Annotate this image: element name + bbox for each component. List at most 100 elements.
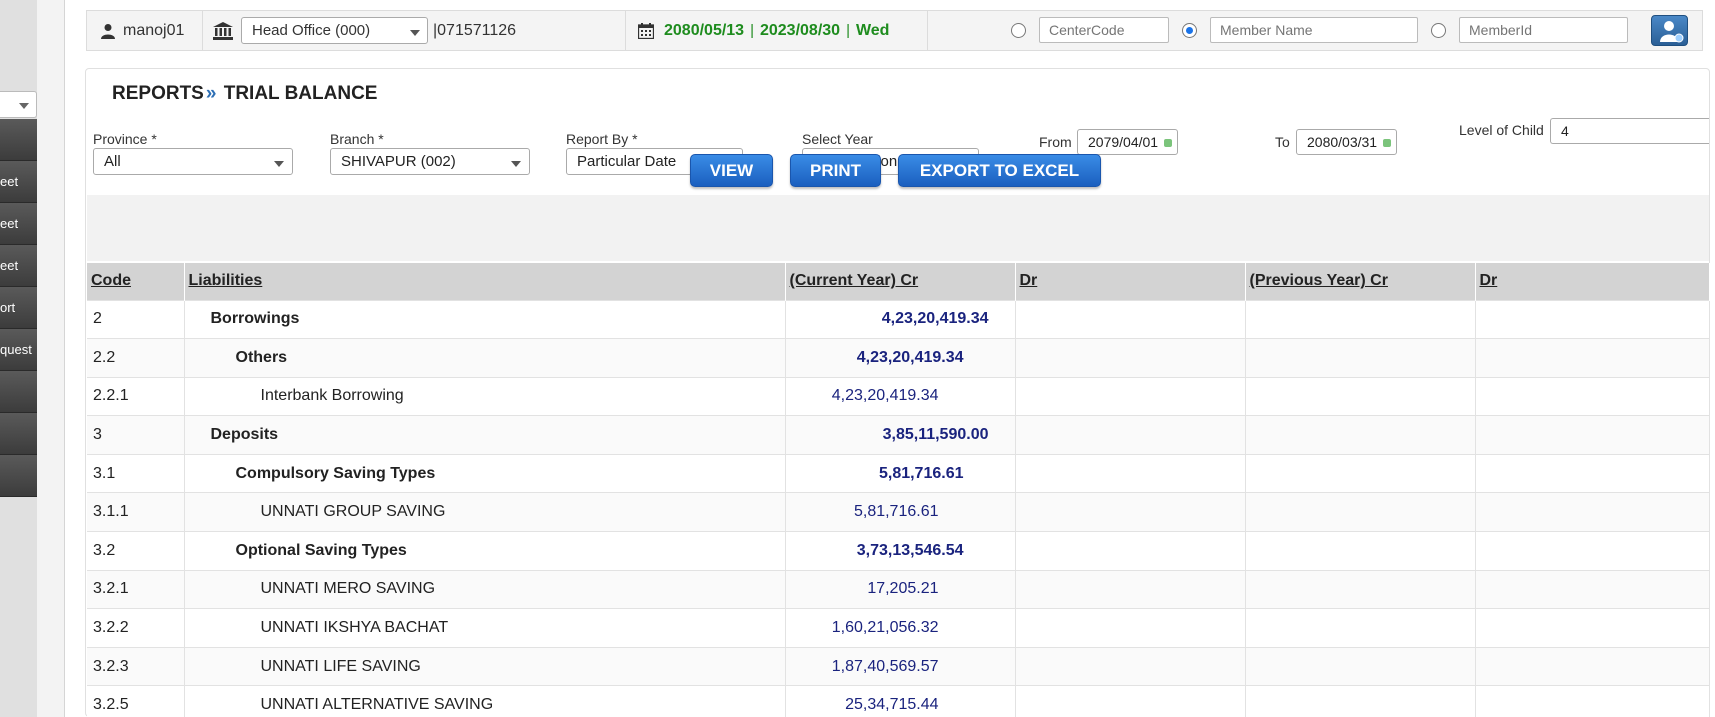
column-header-code[interactable]: Code [87,263,185,300]
previous-cr-cell [1245,569,1476,609]
print-button[interactable]: PRINT [790,154,881,187]
sidebar-item[interactable]: quest [0,329,37,371]
account-name-cell: UNNATI LIFE SAVING [184,646,786,686]
sidebar-item[interactable]: eet [0,245,37,287]
previous-cr-cell [1245,453,1476,493]
previous-dr-cell [1475,608,1710,648]
level-of-child-label: Level of Child [1459,122,1544,138]
current-dr-cell [1015,338,1246,378]
current-cr-cell: 25,34,715.44 [785,685,1016,717]
to-date-value: 2080/03/31 [1307,134,1378,150]
report-by-value: Particular Date [577,153,677,170]
previous-dr-cell [1475,453,1710,493]
current-cr-cell: 3,85,11,590.00 [785,415,1016,455]
profile-button[interactable] [1651,15,1688,46]
trial-balance-table: Code Liabilities (Current Year) Cr Dr (P… [87,263,1710,717]
branch-select[interactable]: Head Office (000) [241,17,428,44]
memberid-input[interactable] [1459,17,1628,43]
code-cell: 3.2.2 [87,608,185,648]
column-header-liabilities[interactable]: Liabilities [184,263,786,300]
code-cell: 2.2 [87,338,185,378]
table-row: 3.1 Compulsory Saving Types 5,81,716.61 [87,453,1710,493]
from-date-input[interactable]: 2079/04/01 [1077,129,1178,155]
user-info: manoj01 [87,11,203,50]
sidebar-item[interactable] [0,119,37,161]
table-row: 3.2.3 UNNATI LIFE SAVING 1,87,40,569.57 [87,646,1710,686]
province-label: Province * [93,131,157,147]
sidebar-select[interactable] [0,91,37,118]
branch-filter-select[interactable]: SHIVAPUR (002) [330,148,530,175]
centercode-radio[interactable] [1011,23,1026,38]
breadcrumb-section[interactable]: REPORTS [112,83,204,104]
datepicker-icon[interactable] [1383,139,1391,147]
sidebar-item[interactable] [0,455,37,497]
bank-icon [213,21,233,40]
branch-info: Head Office (000) |071571126 [203,11,626,50]
membername-input[interactable] [1210,17,1418,43]
previous-cr-cell [1245,376,1476,416]
current-cr-cell: 4,23,20,419.34 [785,376,1016,416]
level-of-child-input[interactable]: 4 [1550,118,1709,144]
sidebar-item[interactable]: eet [0,161,37,203]
code-cell: 3.2 [87,531,185,571]
report-panel: REPORTS» TRIAL BALANCE Province * All Br… [85,68,1710,717]
previous-dr-cell [1475,415,1710,455]
column-header-previous-cr[interactable]: (Previous Year) Cr [1245,263,1476,300]
previous-cr-cell [1245,299,1476,339]
previous-dr-cell [1475,376,1710,416]
current-cr-cell: 1,60,21,056.32 [785,608,1016,648]
membername-radio[interactable] [1182,23,1197,38]
column-header-previous-dr[interactable]: Dr [1475,263,1710,300]
username: manoj01 [123,21,185,39]
sidebar-menu: eet eet eet ort quest [0,119,37,497]
previous-dr-cell [1475,685,1710,717]
code-cell: 3.2.3 [87,646,185,686]
memberid-radio[interactable] [1431,23,1446,38]
report-by-label: Report By * [566,131,638,147]
province-value: All [104,153,121,170]
previous-cr-cell [1245,531,1476,571]
column-header-current-dr[interactable]: Dr [1015,263,1246,300]
sidebar-divider [37,0,65,717]
action-bar [87,195,1709,261]
breadcrumb-separator: » [205,83,217,104]
current-dr-cell [1015,492,1246,532]
to-date-input[interactable]: 2080/03/31 [1296,129,1397,155]
sidebar-item[interactable] [0,371,37,413]
table-row: 3.1.1 UNNATI GROUP SAVING 5,81,716.61 [87,492,1710,532]
province-select[interactable]: All [93,148,293,175]
datepicker-icon[interactable] [1164,139,1172,147]
column-header-current-cr[interactable]: (Current Year) Cr [785,263,1016,300]
date-bs: 2080/05/13 [664,21,745,39]
export-excel-button[interactable]: EXPORT TO EXCEL [898,154,1101,187]
date-separator: | [750,22,754,39]
previous-cr-cell [1245,608,1476,648]
left-sidebar: eet eet eet ort quest [0,0,37,717]
account-name-cell: UNNATI GROUP SAVING [184,492,786,532]
table-row: 2.2 Others 4,23,20,419.34 [87,338,1710,378]
date-separator: | [846,22,850,39]
sidebar-item[interactable]: ort [0,287,37,329]
branch-select-value: Head Office (000) [252,22,371,39]
centercode-input[interactable] [1039,17,1169,43]
branch-label: Branch * [330,131,384,147]
select-year-label: Select Year [802,131,873,147]
current-dr-cell [1015,531,1246,571]
current-dr-cell [1015,646,1246,686]
previous-dr-cell [1475,569,1710,609]
chevron-down-icon [511,161,521,167]
breadcrumb-page: TRIAL BALANCE [223,83,378,104]
chevron-down-icon [19,103,29,109]
current-cr-cell: 1,87,40,569.57 [785,646,1016,686]
table-body: 2 Borrowings 4,23,20,419.34 2.2 Others 4,23,2… [87,299,1710,717]
code-cell: 2 [87,299,185,339]
sidebar-item[interactable]: eet [0,203,37,245]
account-name-cell: Deposits [184,415,786,455]
code-cell: 2.2.1 [87,376,185,416]
view-button[interactable]: VIEW [690,154,773,187]
table-row: 3.2 Optional Saving Types 3,73,13,546.54 [87,531,1710,571]
sidebar-item[interactable] [0,413,37,455]
previous-dr-cell [1475,338,1710,378]
user-profile-icon [1660,21,1684,43]
phone-number: |071571126 [433,21,517,39]
